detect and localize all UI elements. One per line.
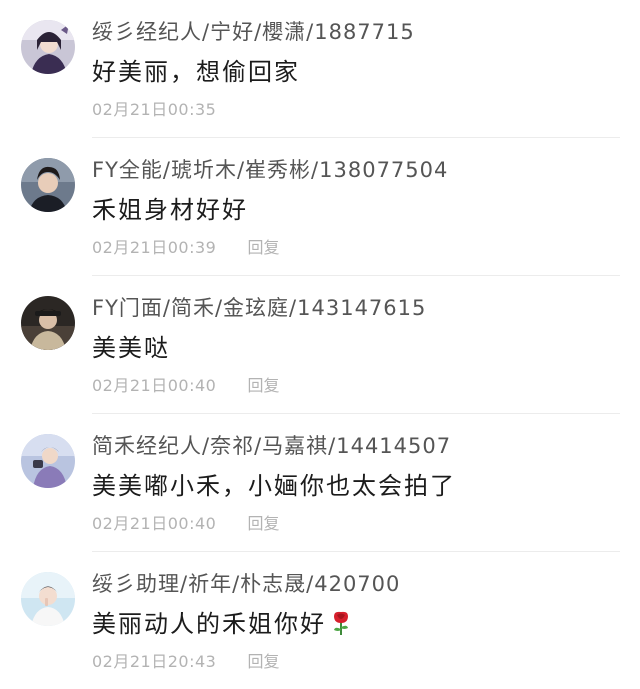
comment-item: 绥彡助理/祈年/朴志晟/420700 美丽动人的禾姐你好 02月21日20:43… [0,552,640,689]
comment-meta: 02月21日00:40 回复 [92,510,279,534]
comment-text: 好美丽，想偷回家 [92,58,300,86]
comment-item: FY全能/琥圻木/崔秀彬/138077504 禾姐身材好好 02月21日00:3… [0,138,640,276]
avatar[interactable] [21,20,75,74]
comment-text: 美美嘟小禾，小婳你也太会拍了 [92,472,456,500]
comment-text-row: 美丽动人的禾姐你好 [92,604,352,642]
rose-icon [330,610,352,642]
comment-username[interactable]: FY全能/琥圻木/崔秀彬/138077504 [92,154,448,184]
avatar[interactable] [21,158,75,212]
comment-time: 02月21日00:40 [92,376,217,395]
comment-meta: 02月21日00:39 回复 [92,234,279,258]
comment-time: 02月21日00:40 [92,514,217,533]
avatar[interactable] [21,434,75,488]
comment-username[interactable]: 绥彡助理/祈年/朴志晟/420700 [92,568,400,598]
comment-item: FY门面/简禾/金玹庭/143147615 美美哒 02月21日00:40 回复 [0,276,640,414]
comment-meta: 02月21日00:40 回复 [92,372,279,396]
comment-item: 简禾经纪人/奈祁/马嘉祺/14414507 美美嘟小禾，小婳你也太会拍了 02月… [0,414,640,552]
comment-meta: 02月21日00:35 [92,96,216,120]
comment-time: 02月21日20:43 [92,652,217,671]
reply-button[interactable]: 回复 [247,238,279,257]
comment-username[interactable]: FY门面/简禾/金玹庭/143147615 [92,292,426,322]
reply-button[interactable]: 回复 [247,376,279,395]
avatar[interactable] [21,572,75,626]
avatar[interactable] [21,296,75,350]
comment-text: 禾姐身材好好 [92,196,248,224]
comment-time: 02月21日00:39 [92,238,217,257]
comment-item: 绥彡经纪人/宁好/櫻潇/1887715 好美丽，想偷回家 02月21日00:35 [0,0,640,138]
comment-text: 美美哒 [92,334,170,362]
comment-meta: 02月21日20:43 回复 [92,648,279,672]
comment-time: 02月21日00:35 [92,100,217,119]
reply-button[interactable]: 回复 [247,514,279,533]
comment-username[interactable]: 绥彡经纪人/宁好/櫻潇/1887715 [92,16,415,46]
comment-list: 绥彡经纪人/宁好/櫻潇/1887715 好美丽，想偷回家 02月21日00:35… [0,0,640,689]
comment-text: 美丽动人的禾姐你好 [92,610,326,638]
comment-username[interactable]: 简禾经纪人/奈祁/马嘉祺/14414507 [92,430,451,460]
reply-button[interactable]: 回复 [247,652,279,671]
